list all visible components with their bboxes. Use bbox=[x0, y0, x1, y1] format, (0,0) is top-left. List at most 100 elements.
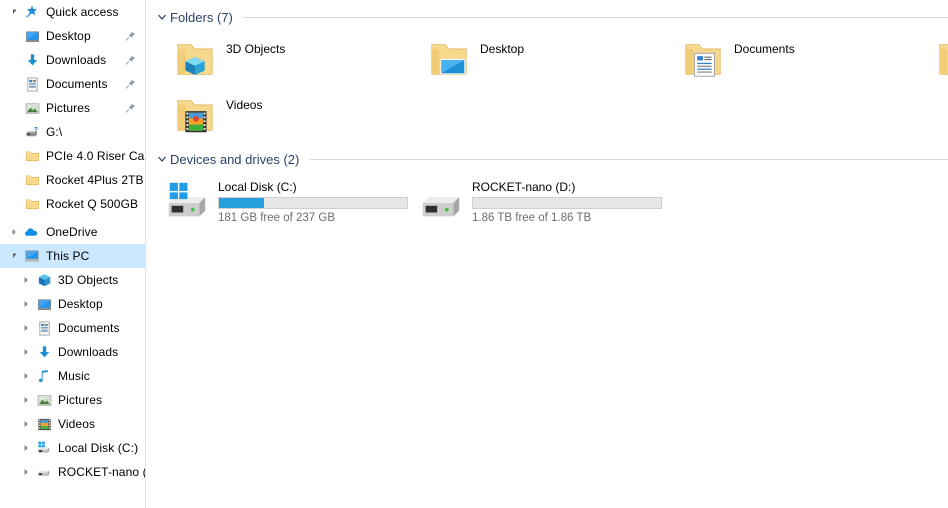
sidebar-label: This PC bbox=[46, 249, 90, 263]
chevron-right-icon[interactable] bbox=[18, 300, 34, 308]
folder-item-desktop[interactable]: Desktop bbox=[426, 36, 524, 88]
devices-grid: Local Disk (C:) 181 GB free of 237 GB RO… bbox=[146, 170, 948, 250]
desktop-monitor-icon bbox=[34, 297, 54, 312]
pin-icon[interactable] bbox=[125, 31, 136, 42]
sidebar-item-quick-access[interactable]: Quick access bbox=[0, 0, 145, 24]
drive-item-rocket-nano-d[interactable]: ROCKET-nano (D:) 1.86 TB free of 1.86 TB bbox=[416, 178, 662, 232]
sidebar-label: Downloads bbox=[58, 345, 119, 359]
sidebar-label: Pictures bbox=[46, 101, 91, 115]
sidebar-item-downloads-pc[interactable]: Downloads bbox=[0, 340, 145, 364]
chevron-right-icon[interactable] bbox=[18, 276, 34, 284]
sidebar-item-rocket-4plus-2tb[interactable]: Rocket 4Plus 2TB bbox=[0, 168, 145, 192]
pictures-icon bbox=[22, 101, 42, 116]
drive-capacity-bar bbox=[218, 197, 408, 209]
windows-drive-icon bbox=[162, 178, 214, 226]
folder-documents-icon bbox=[680, 36, 728, 84]
folder-label: Videos bbox=[226, 98, 263, 112]
folder-icon bbox=[22, 149, 42, 164]
drive-capacity-bar bbox=[472, 197, 662, 209]
drive-info: ROCKET-nano (D:) 1.86 TB free of 1.86 TB bbox=[468, 178, 662, 224]
cloud-icon bbox=[22, 224, 42, 240]
sidebar-label: G:\ bbox=[46, 125, 63, 139]
pictures-icon bbox=[34, 393, 54, 408]
folder-icon-clipped bbox=[934, 36, 948, 84]
group-divider bbox=[309, 158, 948, 160]
windows-drive-icon bbox=[34, 440, 54, 456]
folders-grid: 3D Objects Desktop Documents Videos bbox=[146, 28, 948, 148]
sidebar-label: Rocket 4Plus 2TB bbox=[46, 173, 144, 187]
drive-name: Local Disk (C:) bbox=[218, 180, 297, 194]
chevron-down-icon[interactable] bbox=[154, 154, 170, 164]
navigation-pane[interactable]: Quick access Desktop Downloads Documents… bbox=[0, 0, 146, 508]
sidebar-item-onedrive[interactable]: OneDrive bbox=[0, 220, 145, 244]
chevron-right-icon[interactable] bbox=[18, 420, 34, 428]
star-pin-icon bbox=[22, 4, 42, 20]
sidebar-item-videos[interactable]: Videos bbox=[0, 412, 145, 436]
chevron-down-icon[interactable] bbox=[154, 12, 170, 22]
sidebar-label: Music bbox=[58, 369, 90, 383]
sidebar-item-pcie-riser-cable[interactable]: PCIe 4.0 Riser Cable bbox=[0, 144, 145, 168]
chevron-right-icon[interactable] bbox=[18, 348, 34, 356]
music-note-icon bbox=[34, 369, 54, 384]
sidebar-label: Pictures bbox=[58, 393, 103, 407]
sidebar-label: Documents bbox=[46, 77, 108, 91]
sidebar-label: Desktop bbox=[58, 297, 103, 311]
drive-name: ROCKET-nano (D:) bbox=[472, 180, 576, 194]
sidebar-label: Quick access bbox=[46, 5, 119, 19]
folder-icon bbox=[22, 173, 42, 188]
chevron-right-icon[interactable] bbox=[18, 444, 34, 452]
chevron-right-icon[interactable] bbox=[18, 372, 34, 380]
chevron-down-icon[interactable] bbox=[6, 8, 22, 16]
group-header-devices[interactable]: Devices and drives (2) bbox=[146, 148, 948, 170]
chevron-right-icon[interactable] bbox=[6, 228, 22, 236]
unknown-drive-icon: ? bbox=[22, 125, 42, 140]
sidebar-item-rocket-nano-d[interactable]: ROCKET-nano (D:) bbox=[0, 460, 145, 484]
sidebar-label: Local Disk (C:) bbox=[58, 441, 139, 455]
sidebar-item-desktop[interactable]: Desktop bbox=[0, 24, 145, 48]
sidebar-label: OneDrive bbox=[46, 225, 98, 239]
folder-item-documents[interactable]: Documents bbox=[680, 36, 795, 88]
chevron-down-icon[interactable] bbox=[6, 252, 22, 260]
file-explorer-window: Quick access Desktop Downloads Documents… bbox=[0, 0, 948, 508]
folder-icon bbox=[22, 197, 42, 212]
sidebar-item-downloads[interactable]: Downloads bbox=[0, 48, 145, 72]
sidebar-label: Documents bbox=[58, 321, 120, 335]
sidebar-item-documents-pc[interactable]: Documents bbox=[0, 316, 145, 340]
documents-icon bbox=[22, 77, 42, 92]
group-header-folders[interactable]: Folders (7) bbox=[146, 6, 948, 28]
sidebar-label: Videos bbox=[58, 417, 96, 431]
sidebar-item-local-disk-c[interactable]: Local Disk (C:) bbox=[0, 436, 145, 460]
sidebar-item-music[interactable]: Music bbox=[0, 364, 145, 388]
sidebar-item-desktop-pc[interactable]: Desktop bbox=[0, 292, 145, 316]
computer-icon bbox=[22, 248, 42, 264]
pin-icon[interactable] bbox=[125, 79, 136, 90]
drive-info: Local Disk (C:) 181 GB free of 237 GB bbox=[214, 178, 408, 224]
sidebar-item-this-pc[interactable]: This PC bbox=[0, 244, 145, 268]
sidebar-label: Desktop bbox=[46, 29, 91, 43]
folder-item-clipped[interactable] bbox=[934, 36, 948, 88]
chevron-right-icon[interactable] bbox=[18, 324, 34, 332]
folder-item-videos[interactable]: Videos bbox=[172, 92, 262, 144]
sidebar-item-pictures[interactable]: Pictures bbox=[0, 96, 145, 120]
sidebar-item-g-drive[interactable]: ? G:\ bbox=[0, 120, 145, 144]
sidebar-label: Rocket Q 500GB bbox=[46, 197, 139, 211]
documents-icon bbox=[34, 321, 54, 336]
drive-item-local-disk-c[interactable]: Local Disk (C:) 181 GB free of 237 GB bbox=[162, 178, 408, 232]
sidebar-label: ROCKET-nano (D:) bbox=[58, 465, 145, 479]
desktop-monitor-icon bbox=[22, 29, 42, 44]
chevron-right-icon[interactable] bbox=[18, 468, 34, 476]
sidebar-item-3d-objects[interactable]: 3D Objects bbox=[0, 268, 145, 292]
sidebar-label: Downloads bbox=[46, 53, 107, 67]
pin-icon[interactable] bbox=[125, 55, 136, 66]
pin-icon[interactable] bbox=[125, 103, 136, 114]
content-pane[interactable]: Folders (7) 3D Objects Desktop Documents… bbox=[146, 0, 948, 508]
folder-item-3d-objects[interactable]: 3D Objects bbox=[172, 36, 285, 88]
sidebar-item-rocket-q-500gb[interactable]: Rocket Q 500GB bbox=[0, 192, 145, 216]
svg-text:?: ? bbox=[33, 126, 37, 133]
sidebar-item-pictures-pc[interactable]: Pictures bbox=[0, 388, 145, 412]
sidebar-item-documents[interactable]: Documents bbox=[0, 72, 145, 96]
drive-free-space: 1.86 TB free of 1.86 TB bbox=[472, 212, 592, 224]
group-title: Devices and drives (2) bbox=[170, 151, 300, 167]
sidebar-label: PCIe 4.0 Riser Cable bbox=[46, 149, 145, 163]
chevron-right-icon[interactable] bbox=[18, 396, 34, 404]
